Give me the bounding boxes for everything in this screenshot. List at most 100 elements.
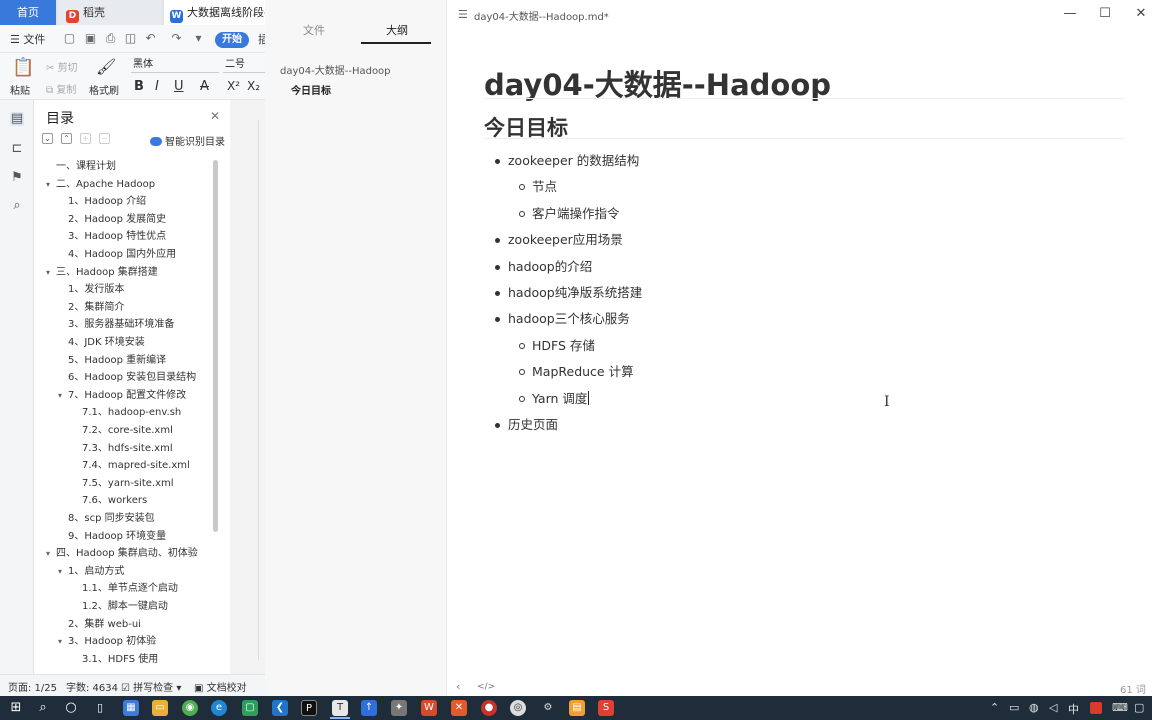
toc-item[interactable]: 7.3、hdfs-site.xml	[72, 440, 173, 457]
toc-item[interactable]: 2、集群简介	[58, 299, 124, 316]
toc-item[interactable]: 7.1、hadoop-env.sh	[72, 404, 181, 421]
underline-button[interactable]: U	[174, 79, 184, 94]
toc-item[interactable]: 5、Hadoop 重新编译	[58, 352, 166, 369]
app-icon[interactable]: ▤	[569, 700, 585, 716]
proofread-button[interactable]: ▣ 文档校对	[194, 679, 247, 694]
smart-toc-button[interactable]: 智能识别目录	[150, 133, 225, 148]
toc-item[interactable]: 3.1、HDFS 使用	[72, 651, 158, 668]
format-painter-label[interactable]: 格式刷	[89, 82, 119, 97]
xmind-icon[interactable]: ✕	[451, 700, 467, 716]
file-menu[interactable]: ☰ 文件	[10, 31, 45, 47]
file-explorer-icon[interactable]: ▭	[152, 700, 168, 716]
close-window-icon[interactable]: ✕	[1133, 6, 1149, 21]
maximize-icon[interactable]: ☐	[1097, 6, 1113, 21]
cortana-icon[interactable]: ○	[63, 700, 79, 716]
sub-list-item[interactable]: Yarn 调度	[519, 390, 590, 408]
chevron-down-icon[interactable]: ▾	[46, 264, 56, 281]
typora-icon[interactable]: T	[332, 700, 348, 716]
add-heading-icon[interactable]: +	[80, 133, 91, 144]
app-tray-icon[interactable]	[1090, 702, 1102, 714]
list-item[interactable]: hadoop纯净版系统搭建	[495, 284, 642, 302]
chevron-down-icon[interactable]: ▾	[58, 387, 68, 404]
chapter-icon[interactable]: ⊏	[10, 142, 24, 156]
spell-check-toggle[interactable]: ☑ 拼写检查 ▾	[121, 679, 181, 694]
toc-item[interactable]: 7.5、yarn-site.xml	[72, 475, 174, 492]
vscode-icon[interactable]: ❮	[272, 700, 288, 716]
menu-icon[interactable]: ☰	[458, 8, 468, 21]
ime-indicator[interactable]: 中	[1068, 701, 1079, 717]
subscript-button[interactable]: X₂	[247, 79, 260, 93]
toc-item[interactable]: 1.2、脚本一键启动	[72, 598, 168, 615]
format-painter-icon[interactable]: 🖌	[96, 57, 116, 76]
app-icon[interactable]: S	[598, 700, 614, 716]
list-item[interactable]: hadoop三个核心服务	[495, 310, 630, 328]
edge-icon[interactable]: e	[211, 700, 227, 716]
sub-list-item[interactable]: 客户端操作指令	[519, 205, 620, 223]
volume-icon[interactable]: ◁	[1049, 701, 1057, 714]
minimize-icon[interactable]: —	[1062, 6, 1078, 21]
app-icon[interactable]: ↑	[361, 700, 377, 716]
tab-document[interactable]: W 大数据离线阶段--C	[164, 0, 265, 25]
toc-item[interactable]: 6、Hadoop 安装包目录结构	[58, 369, 196, 386]
chrome-icon[interactable]: ◉	[182, 700, 198, 716]
tab-home[interactable]: 首页	[0, 0, 56, 25]
toc-panel-icon[interactable]: ▤	[10, 112, 24, 126]
search-icon[interactable]: ⌕	[10, 199, 24, 213]
tab-files[interactable]: 文件	[303, 22, 325, 38]
battery-icon[interactable]: ▭	[1009, 701, 1019, 714]
toc-item[interactable]: ▾ 1、启动方式	[58, 563, 124, 580]
print-icon[interactable]: ⎙	[104, 32, 117, 45]
chevron-down-icon[interactable]: ▾	[46, 176, 56, 193]
toc-item[interactable]: ▾ 三、Hadoop 集群搭建	[46, 264, 158, 281]
settings-icon[interactable]: ✦	[391, 700, 407, 716]
bookmark-icon[interactable]: ⚑	[10, 171, 24, 185]
font-name-select[interactable]: 黑体	[131, 58, 219, 73]
toc-item[interactable]: 3、Hadoop 特性优点	[58, 228, 166, 245]
list-item[interactable]: 历史页面	[495, 416, 558, 434]
save-icon[interactable]: ▢	[63, 32, 76, 45]
tab-outline[interactable]: 大纲	[386, 22, 408, 38]
toc-item[interactable]: 8、scp 同步安装包	[58, 510, 155, 527]
chevron-down-icon[interactable]: ▾	[58, 633, 68, 650]
toc-item[interactable]: 1、Hadoop 介绍	[58, 193, 146, 210]
list-item[interactable]: zookeeper 的数据结构	[495, 152, 639, 170]
notification-icon[interactable]: ▢	[1134, 701, 1144, 714]
toc-item[interactable]: 一、课程计划	[46, 158, 116, 175]
redo-icon[interactable]: ↷	[170, 32, 183, 45]
network-icon[interactable]: ◍	[1029, 701, 1039, 714]
app-icon[interactable]: ▢	[242, 700, 258, 716]
toc-item[interactable]: 3、服务器基础环境准备	[58, 316, 174, 333]
word-count[interactable]: 字数: 4634	[66, 679, 118, 694]
collapse-all-icon[interactable]: ⌃	[61, 133, 72, 144]
sub-list-item[interactable]: HDFS 存储	[519, 337, 595, 355]
wps-icon[interactable]: W	[421, 700, 437, 716]
undo-icon[interactable]: ↶	[144, 32, 157, 45]
gear-icon[interactable]: ⚙	[540, 700, 556, 716]
list-item[interactable]: hadoop的介绍	[495, 258, 592, 276]
outline-item-h2[interactable]: 今日目标	[291, 82, 331, 97]
expand-all-icon[interactable]: ⌄	[42, 133, 53, 144]
start-tab-button[interactable]: 开始	[215, 32, 249, 48]
toc-item[interactable]: 7.2、core-site.xml	[72, 422, 173, 439]
keyboard-icon[interactable]: ⌨	[1112, 701, 1128, 714]
font-size-select[interactable]: 二号	[223, 58, 265, 73]
store-icon[interactable]: ▦	[123, 700, 139, 716]
toc-item[interactable]: 9、Hadoop 环境变量	[58, 528, 166, 545]
superscript-button[interactable]: X²	[227, 79, 240, 93]
preview-icon[interactable]: ◫	[124, 32, 137, 45]
export-icon[interactable]: ▣	[84, 32, 97, 45]
sub-list-item[interactable]: 节点	[519, 178, 557, 196]
remove-heading-icon[interactable]: −	[99, 133, 110, 144]
toc-item[interactable]: ▾ 二、Apache Hadoop	[46, 176, 155, 193]
tray-chevron-icon[interactable]: ⌃	[990, 701, 999, 714]
toc-scrollbar[interactable]	[213, 160, 218, 532]
toc-item[interactable]: 1、发行版本	[58, 281, 124, 298]
task-view-icon[interactable]: ▯	[92, 700, 108, 716]
word-count-badge[interactable]: 61 词	[1120, 681, 1146, 696]
italic-button[interactable]: I	[155, 79, 159, 94]
insert-tab[interactable]: 插	[258, 31, 265, 47]
paste-icon[interactable]: 📋	[12, 57, 34, 78]
toc-item[interactable]: 4、Hadoop 国内外应用	[58, 246, 176, 263]
toc-item[interactable]: ▾ 7、Hadoop 配置文件修改	[58, 387, 186, 404]
chevron-down-icon[interactable]: ▾	[58, 563, 68, 580]
